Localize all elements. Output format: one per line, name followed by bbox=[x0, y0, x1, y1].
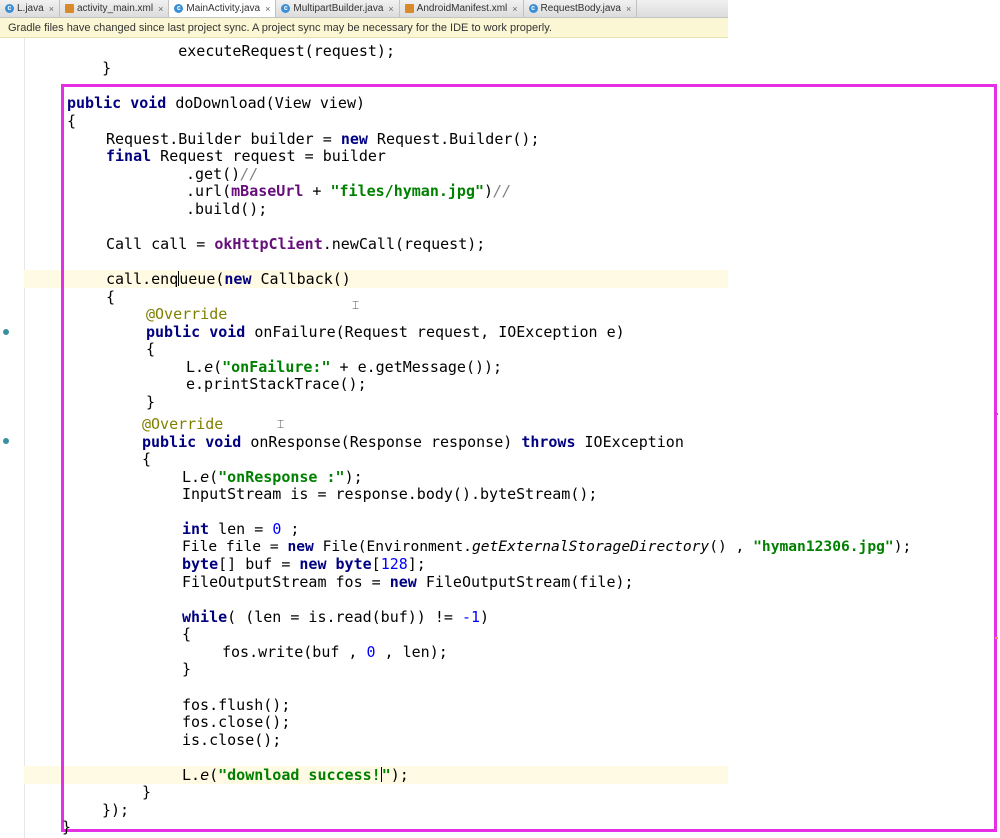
code-line: .build(); bbox=[186, 200, 268, 218]
java-class-icon: c bbox=[174, 4, 184, 13]
code-line: { bbox=[142, 450, 152, 468]
code-line: while( (len = is.read(buf)) != -1) bbox=[182, 608, 490, 626]
code-line: }); bbox=[102, 801, 130, 819]
code-line: executeRequest(request); bbox=[106, 42, 395, 60]
close-icon[interactable]: × bbox=[388, 4, 393, 14]
code-line: File file = new File(Environment.getExte… bbox=[182, 538, 912, 555]
code-line: .url(mBaseUrl + "files/hyman.jpg")// bbox=[186, 182, 512, 200]
xml-file-icon bbox=[404, 4, 414, 13]
code-line: } bbox=[182, 660, 192, 678]
close-icon[interactable]: × bbox=[49, 4, 54, 14]
tab-mainactivity-java[interactable]: c MainActivity.java × bbox=[169, 0, 277, 17]
tab-androidmanifest-xml[interactable]: AndroidManifest.xml × bbox=[400, 0, 524, 17]
editor-gutter bbox=[24, 38, 25, 838]
code-line: } bbox=[62, 818, 72, 836]
tab-multipartbuilder-java[interactable]: c MultipartBuilder.java × bbox=[276, 0, 400, 17]
tab-label: L.java bbox=[17, 3, 44, 14]
code-line: { bbox=[146, 340, 156, 358]
code-line: fos.flush(); bbox=[182, 696, 291, 714]
mouse-ibeam-icon: ⌶ bbox=[277, 417, 285, 431]
mouse-ibeam-icon: ⌶ bbox=[352, 298, 360, 312]
notification-text: Gradle files have changed since last pro… bbox=[8, 22, 552, 34]
code-line: int len = 0 ; bbox=[182, 520, 300, 538]
java-class-icon: c bbox=[528, 4, 538, 13]
code-line: fos.write(buf , 0 , len); bbox=[222, 643, 448, 661]
code-line: { bbox=[67, 112, 77, 130]
code-line: L.e("onResponse :"); bbox=[182, 468, 363, 486]
xml-file-icon bbox=[64, 4, 74, 13]
tab-label: MultipartBuilder.java bbox=[293, 3, 384, 14]
code-line: public void onFailure(Request request, I… bbox=[146, 323, 625, 341]
code-line: fos.close(); bbox=[182, 713, 291, 731]
override-gutter-icon[interactable] bbox=[3, 438, 9, 444]
tab-label: activity_main.xml bbox=[76, 3, 154, 14]
tab-label: MainActivity.java bbox=[186, 3, 261, 14]
tab-activity-main-xml[interactable]: activity_main.xml × bbox=[60, 0, 170, 17]
code-line: is.close(); bbox=[182, 731, 282, 749]
close-icon[interactable]: × bbox=[626, 4, 631, 14]
code-line: byte[] buf = new byte[128]; bbox=[182, 555, 426, 573]
code-line: } bbox=[146, 393, 156, 411]
code-line: public void onResponse(Response response… bbox=[142, 433, 684, 451]
code-line: @Override bbox=[142, 415, 224, 433]
gradle-sync-notification[interactable]: Gradle files have changed since last pro… bbox=[0, 18, 728, 38]
close-icon[interactable]: × bbox=[265, 4, 270, 14]
java-class-icon: c bbox=[5, 4, 14, 13]
code-line: Request.Builder builder = new Request.Bu… bbox=[106, 130, 540, 148]
code-line: final Request request = builder bbox=[106, 147, 386, 165]
close-icon[interactable]: × bbox=[512, 4, 517, 14]
code-line: .get()// bbox=[186, 165, 259, 183]
tab-l-java[interactable]: c L.java × bbox=[0, 0, 60, 17]
code-line: } bbox=[66, 59, 112, 77]
code-line: e.printStackTrace(); bbox=[186, 375, 367, 393]
close-icon[interactable]: × bbox=[158, 4, 163, 14]
code-line: { bbox=[106, 288, 116, 306]
scrollbar-marker[interactable] bbox=[995, 637, 998, 639]
code-line: public void doDownload(View view) bbox=[67, 94, 366, 112]
code-line: InputStream is = response.body().byteStr… bbox=[182, 485, 598, 503]
tab-label: AndroidManifest.xml bbox=[416, 3, 508, 14]
code-line: { bbox=[182, 625, 192, 643]
code-line: @Override bbox=[146, 305, 228, 323]
code-line: call.enqueue(new Callback() bbox=[106, 270, 351, 288]
scrollbar-marker[interactable] bbox=[995, 413, 998, 415]
code-line: L.e("onFailure:" + e.getMessage()); bbox=[186, 358, 503, 376]
code-line: Call call = okHttpClient.newCall(request… bbox=[106, 235, 486, 253]
code-line: } bbox=[142, 783, 152, 801]
tab-label: RequestBody.java bbox=[540, 3, 621, 14]
tab-requestbody-java[interactable]: c RequestBody.java × bbox=[524, 0, 638, 17]
code-line: L.e("download success!"); bbox=[182, 766, 409, 784]
java-class-icon: c bbox=[281, 4, 291, 13]
editor-tab-bar: c L.java × activity_main.xml × c MainAct… bbox=[0, 0, 728, 18]
code-line: FileOutputStream fos = new FileOutputStr… bbox=[182, 573, 634, 591]
override-gutter-icon[interactable] bbox=[3, 329, 9, 335]
